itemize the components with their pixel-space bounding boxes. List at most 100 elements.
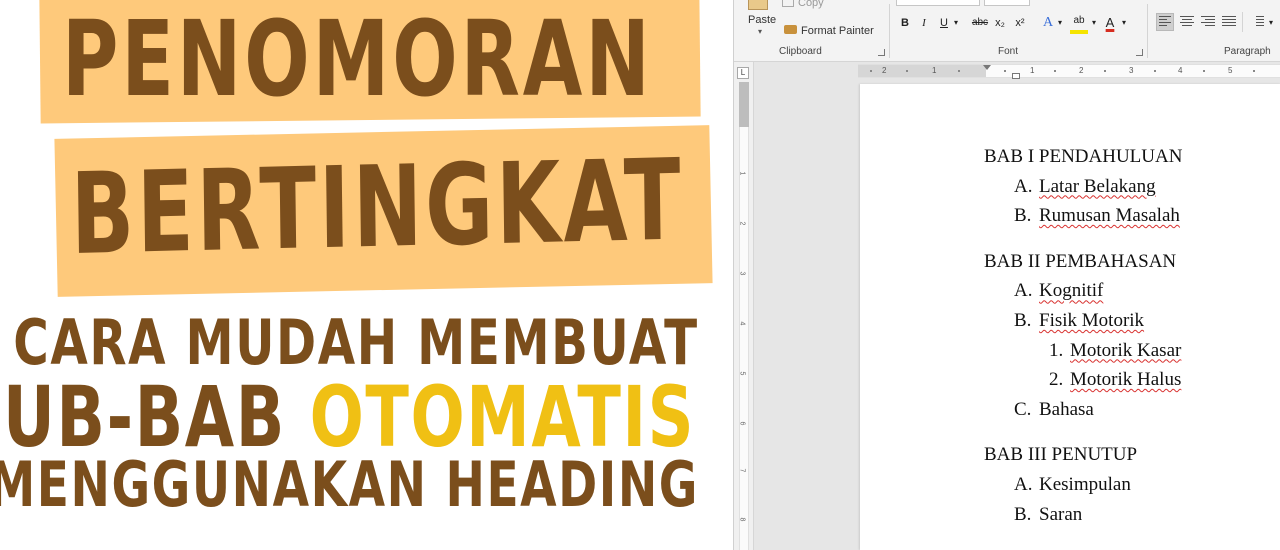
outline-text: Latar Belakang: [1039, 175, 1156, 197]
line-spacing-dropdown-icon[interactable]: ▾: [1267, 14, 1275, 32]
tab-selector-button[interactable]: L: [737, 67, 749, 79]
clipboard-launcher-icon[interactable]: [878, 49, 885, 56]
chapter-heading: BAB II PEMBAHASAN: [984, 251, 1176, 273]
horizontal-ruler-number: 4: [1178, 66, 1183, 75]
subchapter-item: A. Kesimpulan: [1014, 474, 1131, 496]
sub-subchapter-item: 2. Motorik Halus: [1049, 369, 1181, 391]
list-marker: B.: [1014, 310, 1032, 331]
text-effects-dropdown-icon[interactable]: ▾: [1056, 14, 1064, 32]
ribbon-separator: [1147, 4, 1148, 58]
justify-button[interactable]: [1222, 16, 1236, 28]
paragraph-group-label: Paragraph: [1224, 46, 1271, 57]
superscript-button[interactable]: x²: [1013, 14, 1027, 32]
ruler-tick: [1054, 70, 1056, 72]
outline-text: BAB II PEMBAHASAN: [984, 250, 1177, 272]
outline-text: BAB III PENUTUP: [984, 444, 1138, 466]
list-marker: A.: [1014, 175, 1033, 197]
subchapter-item: B. Fisik Motorik: [1014, 310, 1144, 332]
chapter-heading: BAB III PENUTUP: [984, 444, 1137, 466]
paste-icon[interactable]: [748, 0, 768, 10]
document-page[interactable]: BAB I PENDAHULUAN A. Latar Belakang B. Rumus…: [860, 84, 1280, 550]
subscript-button[interactable]: x₂: [993, 14, 1007, 32]
align-center-button[interactable]: [1180, 16, 1194, 28]
vertical-ruler-number: 1: [738, 171, 746, 176]
sub-subchapter-item: 1. Motorik Kasar: [1049, 340, 1181, 362]
format-painter-label: Format Painter: [801, 25, 874, 37]
list-marker: 1.: [1049, 339, 1064, 361]
outline-text: Rumusan Masalah: [1039, 205, 1180, 227]
font-name-field[interactable]: [896, 0, 980, 6]
ruler-tick: [1104, 70, 1106, 72]
ruler-tick: [1203, 70, 1205, 72]
vertical-ruler-number: 5: [738, 371, 746, 376]
horizontal-ruler-number: 5: [1228, 66, 1233, 75]
list-marker: A.: [1014, 280, 1033, 302]
align-left-icon: [1159, 16, 1171, 26]
italic-button[interactable]: I: [918, 14, 930, 32]
list-marker: B.: [1014, 503, 1032, 525]
ruler-tick: [906, 70, 908, 72]
first-line-indent-handle[interactable]: [983, 65, 991, 70]
bold-button[interactable]: B: [898, 14, 912, 32]
promo-title-line2: BERTINGKAT: [70, 135, 685, 280]
list-marker: A.: [1014, 474, 1033, 495]
outline-text: Kognitif: [1039, 280, 1104, 302]
font-size-field[interactable]: [984, 0, 1030, 6]
outline-text: Kesimpulan: [1039, 474, 1131, 495]
font-color-dropdown-icon[interactable]: ▾: [1120, 14, 1128, 32]
highlight-button[interactable]: ab: [1070, 14, 1088, 34]
promo-subtitle-line3: MENGGUNAKAN HEADING: [0, 448, 699, 521]
font-color-button[interactable]: A: [1102, 14, 1118, 32]
underline-button[interactable]: U: [937, 14, 951, 32]
line-spacing-icon: [1250, 16, 1264, 26]
ribbon-separator: [889, 4, 890, 58]
chapter-heading: BAB I PENDAHULUAN: [984, 146, 1182, 168]
align-right-button[interactable]: [1201, 16, 1215, 28]
ruler-tick: [1004, 70, 1006, 72]
horizontal-ruler-number: 3: [1129, 66, 1134, 75]
vertical-ruler-number: 4: [738, 321, 746, 326]
align-right-icon: [1201, 16, 1215, 26]
outline-text: Bahasa: [1039, 398, 1094, 420]
underline-dropdown-icon[interactable]: ▾: [952, 14, 960, 32]
horizontal-ruler-number: 2: [882, 66, 887, 75]
vertical-ruler-number: 7: [738, 468, 746, 473]
vertical-ruler-number: 8: [738, 517, 746, 522]
text-effects-button[interactable]: A: [1040, 14, 1056, 32]
list-marker: B.: [1014, 205, 1032, 227]
vertical-ruler-track: [739, 127, 749, 550]
align-left-button[interactable]: [1156, 13, 1174, 31]
outline-text: Fisik Motorik: [1039, 310, 1145, 331]
outline-text: Saran: [1039, 503, 1083, 525]
format-painter-icon: [784, 25, 797, 34]
line-spacing-button[interactable]: [1250, 16, 1264, 28]
clipboard-group-label: Clipboard: [779, 46, 822, 57]
ribbon-separator: [1242, 12, 1243, 32]
paste-button[interactable]: Paste: [748, 14, 776, 26]
copy-button[interactable]: Copy: [782, 0, 824, 9]
font-group-label: Font: [998, 46, 1019, 57]
format-painter-button[interactable]: Format Painter: [784, 25, 874, 37]
ruler-tick: [958, 70, 960, 72]
subchapter-item: B. Rumusan Masalah: [1014, 205, 1180, 227]
ruler-tick: [1253, 70, 1255, 72]
vertical-ruler-number: 6: [738, 421, 746, 426]
subchapter-item: B. Saran: [1014, 504, 1082, 526]
ruler-tick: [1154, 70, 1156, 72]
paste-dropdown-icon[interactable]: ▾: [758, 27, 762, 36]
promo-banner: PENOMORAN BERTINGKAT CARA MUDAH MEMBUAT …: [0, 0, 733, 550]
outline-text: Motorik Kasar: [1070, 339, 1182, 361]
outline-text: Motorik Halus: [1070, 369, 1182, 391]
word-window: Paste ▾ Copy Format Painter Clipboard B …: [733, 0, 1280, 550]
vertical-ruler-number: 3: [738, 271, 746, 276]
highlight-dropdown-icon[interactable]: ▾: [1090, 14, 1098, 32]
left-indent-handle[interactable]: [1012, 73, 1020, 79]
promo-title-line1: PENOMORAN: [62, 0, 653, 120]
ribbon: Paste ▾ Copy Format Painter Clipboard B …: [734, 0, 1280, 62]
vertical-ruler-margin: [739, 82, 749, 127]
horizontal-ruler-number: 2: [1079, 66, 1084, 75]
list-marker: 2.: [1049, 369, 1064, 391]
font-launcher-icon[interactable]: [1136, 49, 1143, 56]
strikethrough-button[interactable]: abc: [970, 14, 990, 32]
vertical-ruler-number: 2: [738, 221, 746, 226]
